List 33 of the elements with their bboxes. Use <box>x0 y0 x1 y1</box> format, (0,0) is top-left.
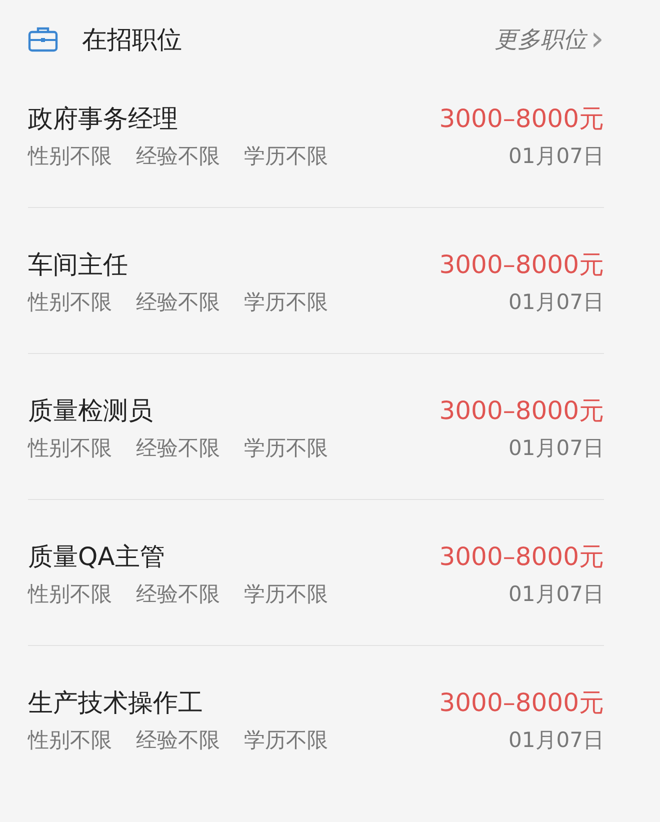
post-date: 01月07日 <box>508 581 604 608</box>
job-title[interactable]: 政府事务经理 <box>28 102 178 134</box>
job-title[interactable]: 质量QA主管 <box>28 540 165 572</box>
post-date: 01月07日 <box>508 727 604 754</box>
requirement-tag: 经验不限 <box>136 580 220 608</box>
requirement-tag: 性别不限 <box>28 434 112 462</box>
salary-range: 3000–8000元 <box>439 394 604 426</box>
requirement-tag: 经验不限 <box>136 726 220 754</box>
section-title: 在招职位 <box>82 24 182 56</box>
requirement-tag: 性别不限 <box>28 726 112 754</box>
salary-range: 3000–8000元 <box>439 686 604 718</box>
more-positions-link[interactable]: 更多职位› <box>494 22 604 56</box>
requirement-tag: 经验不限 <box>136 288 220 316</box>
salary-range: 3000–8000元 <box>439 540 604 572</box>
salary-range: 3000–8000元 <box>439 102 604 134</box>
requirement-tag: 经验不限 <box>136 434 220 462</box>
requirement-tag: 性别不限 <box>28 288 112 316</box>
requirement-tag: 学历不限 <box>244 434 328 462</box>
job-title[interactable]: 生产技术操作工 <box>28 686 203 718</box>
job-title[interactable]: 质量检测员 <box>28 394 153 426</box>
requirement-tag: 学历不限 <box>244 580 328 608</box>
requirement-tag: 学历不限 <box>244 288 328 316</box>
requirement-tag: 性别不限 <box>28 142 112 170</box>
requirement-tag: 学历不限 <box>244 726 328 754</box>
post-date: 01月07日 <box>508 289 604 316</box>
requirement-tag: 学历不限 <box>244 142 328 170</box>
job-title[interactable]: 车间主任 <box>28 248 128 280</box>
post-date: 01月07日 <box>508 143 604 170</box>
post-date: 01月07日 <box>508 435 604 462</box>
requirement-tag: 性别不限 <box>28 580 112 608</box>
salary-range: 3000–8000元 <box>439 248 604 280</box>
requirement-tag: 经验不限 <box>136 142 220 170</box>
briefcase-icon <box>28 26 58 52</box>
